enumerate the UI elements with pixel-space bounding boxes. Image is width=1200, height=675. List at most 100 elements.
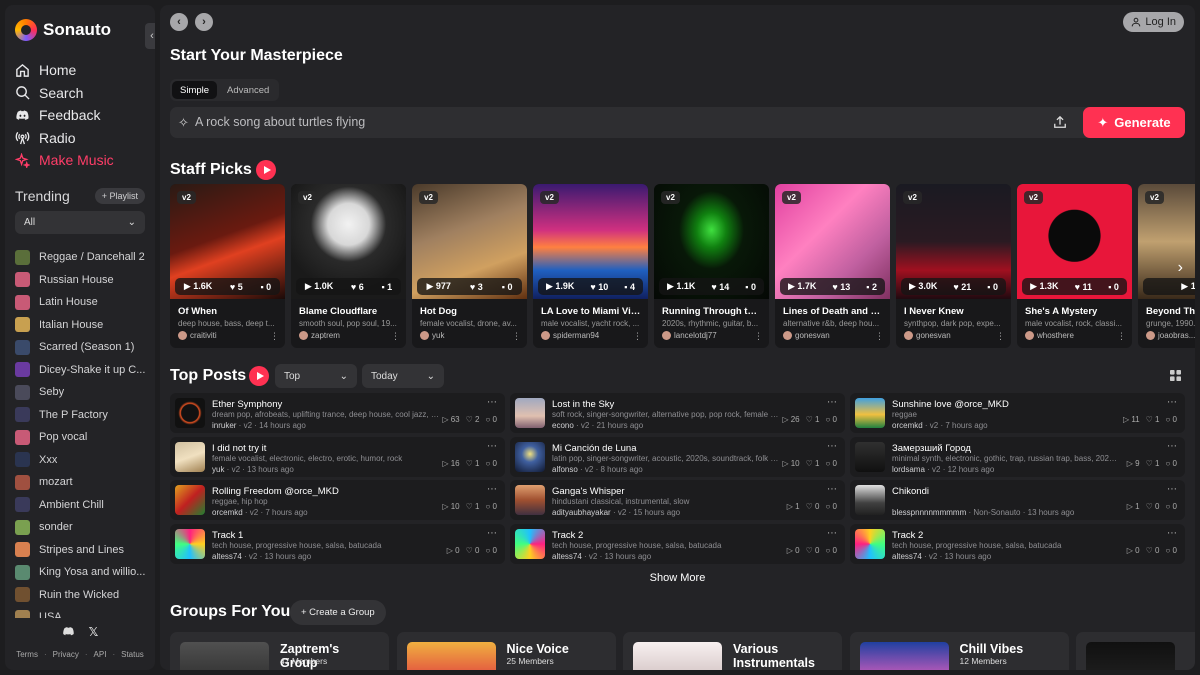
- post-cover[interactable]: [855, 398, 885, 428]
- post-row[interactable]: Track 2 tech house, progressive house, sa…: [510, 523, 845, 564]
- post-title[interactable]: Замерзший Город: [892, 443, 971, 454]
- post-title[interactable]: Rolling Freedom @orce_MKD: [212, 486, 339, 497]
- post-row[interactable]: Track 2 tech house, progressive house, sa…: [850, 523, 1185, 564]
- group-card[interactable]: Various Instrumentals: [623, 632, 842, 670]
- more-options-icon[interactable]: ⋮: [512, 331, 521, 342]
- trending-item[interactable]: Xxx: [15, 449, 153, 472]
- post-author[interactable]: altess74: [892, 552, 922, 561]
- group-card[interactable]: Zaptrem's Group 47 Members: [170, 632, 389, 670]
- post-author[interactable]: inruker: [212, 421, 236, 430]
- more-options-icon[interactable]: ⋯: [487, 397, 497, 408]
- group-name[interactable]: Chill Vibes: [960, 642, 1060, 656]
- post-author[interactable]: orcemkd: [892, 421, 923, 430]
- post-cover[interactable]: [855, 528, 885, 559]
- trending-item[interactable]: Stripes and Lines: [15, 539, 153, 562]
- group-name[interactable]: Various Instrumentals: [733, 642, 833, 670]
- more-options-icon[interactable]: ⋯: [1167, 528, 1177, 539]
- post-cover[interactable]: [855, 441, 885, 472]
- post-row[interactable]: Замерзший Город minimal synth, electronic…: [850, 436, 1185, 477]
- trending-item[interactable]: sonder: [15, 516, 153, 539]
- song-title[interactable]: Running Through the...: [662, 306, 762, 317]
- song-title[interactable]: Blame Cloudflare: [299, 306, 399, 317]
- trending-item[interactable]: USA: [15, 606, 153, 618]
- x-icon[interactable]: 𝕏: [89, 625, 99, 641]
- post-row[interactable]: Mi Canción de Luna latin pop, singer-song…: [510, 436, 845, 477]
- more-options-icon[interactable]: ⋯: [1167, 441, 1177, 452]
- post-cover[interactable]: [175, 398, 205, 428]
- post-row[interactable]: I did not try it female vocalist, electro…: [170, 436, 505, 477]
- song-author[interactable]: craitiviti: [178, 331, 217, 340]
- post-cover[interactable]: [515, 485, 545, 515]
- post-title[interactable]: Sunshine love @orce_MKD: [892, 399, 1009, 410]
- post-row[interactable]: Ether Symphony dream pop, afrobeats, upli…: [170, 393, 505, 433]
- post-author[interactable]: orcemkd: [212, 508, 243, 517]
- more-options-icon[interactable]: ⋮: [754, 331, 763, 342]
- song-card[interactable]: v2 ▶ 1.3K ♥ 11 ▪ 0 She's A Mystery male vocal…: [1017, 184, 1132, 348]
- create-group-button[interactable]: + Create a Group: [290, 600, 386, 625]
- post-author[interactable]: altess74: [552, 552, 582, 561]
- song-card[interactable]: v2 ▶ 1.6K ♥ 5 ▪ 0 Of When deep house, bass, d…: [170, 184, 285, 348]
- more-options-icon[interactable]: ⋯: [487, 441, 497, 452]
- grid-view-icon[interactable]: [1170, 370, 1181, 384]
- song-author[interactable]: zaptrem: [299, 331, 340, 340]
- post-author[interactable]: yuk: [212, 465, 224, 474]
- song-card[interactable]: v2 ▶ 977 ♥ 3 ▪ 0 Hot Dog female vocalist, dro…: [412, 184, 527, 348]
- post-cover[interactable]: [175, 441, 205, 472]
- post-title[interactable]: Track 2: [552, 530, 583, 541]
- nav-home[interactable]: Home: [15, 59, 114, 82]
- post-row[interactable]: Ganga's Whisper hindustani classical, ins…: [510, 480, 845, 520]
- trending-item[interactable]: Scarred (Season 1): [15, 336, 153, 359]
- song-title[interactable]: LA Love to Miami Vic...: [541, 306, 641, 317]
- song-author[interactable]: lancelotdj77: [662, 331, 717, 340]
- more-options-icon[interactable]: ⋮: [391, 331, 400, 342]
- song-author[interactable]: gonesvan: [783, 331, 830, 340]
- song-author[interactable]: yuk: [420, 331, 444, 340]
- sort-select[interactable]: Top ⌄: [275, 364, 357, 388]
- post-row[interactable]: Sunshine love @orce_MKD reggae orcemkd · v…: [850, 393, 1185, 433]
- trending-filter-select[interactable]: All ⌄: [15, 211, 145, 234]
- nav-feedback[interactable]: Feedback: [15, 104, 114, 127]
- logo[interactable]: Sonauto: [15, 19, 111, 41]
- song-title[interactable]: I Never Knew: [904, 306, 1004, 317]
- generate-button[interactable]: ✦ Generate: [1083, 107, 1185, 138]
- tab-simple[interactable]: Simple: [172, 81, 218, 99]
- tab-advanced[interactable]: Advanced: [219, 81, 277, 99]
- trending-item[interactable]: Latin House: [15, 291, 153, 314]
- login-button[interactable]: Log In: [1123, 12, 1184, 32]
- song-author[interactable]: gonesvan: [904, 331, 951, 340]
- more-options-icon[interactable]: ⋮: [875, 331, 884, 342]
- trending-item[interactable]: Dicey-Shake it up C...: [15, 359, 153, 382]
- post-title[interactable]: Lost in the Sky: [552, 399, 614, 410]
- upload-icon[interactable]: [1053, 115, 1067, 132]
- post-cover[interactable]: [175, 485, 205, 515]
- song-card[interactable]: v2 ▶ 1.1K ♥ 14 ▪ 0 Running Through the... 202…: [654, 184, 769, 348]
- post-author[interactable]: alfonso: [552, 465, 578, 474]
- post-row[interactable]: Chikondi blesspnnnnmmmmm · Non-Sonauto · …: [850, 480, 1185, 520]
- more-options-icon[interactable]: ⋯: [487, 528, 497, 539]
- more-options-icon[interactable]: ⋮: [996, 331, 1005, 342]
- trending-item[interactable]: mozart: [15, 471, 153, 494]
- post-cover[interactable]: [855, 485, 885, 515]
- trending-item[interactable]: Pop vocal: [15, 426, 153, 449]
- group-card[interactable]: Chill Vibes 12 Members: [849, 632, 1069, 670]
- trending-item[interactable]: Seby: [15, 381, 153, 404]
- group-card[interactable]: [1076, 632, 1195, 670]
- song-author[interactable]: spiderman94: [541, 331, 599, 340]
- carousel-next-icon[interactable]: ›: [1178, 259, 1183, 277]
- trending-item[interactable]: The P Factory: [15, 404, 153, 427]
- song-author[interactable]: whosthere: [1025, 331, 1074, 340]
- footer-link-status[interactable]: Status: [121, 650, 144, 659]
- discord-icon[interactable]: [62, 625, 75, 641]
- time-range-select[interactable]: Today ⌄: [362, 364, 444, 388]
- post-title[interactable]: Chikondi: [892, 486, 929, 497]
- post-author[interactable]: lordsama: [892, 465, 925, 474]
- song-card[interactable]: v2 ▶ 1.9K ♥ 10 ▪ 4 LA Love to Miami Vic... ma…: [533, 184, 648, 348]
- song-title[interactable]: Beyond The...: [1146, 306, 1195, 317]
- post-author[interactable]: adityaubhayakar: [552, 508, 611, 517]
- song-title[interactable]: Of When: [178, 306, 278, 317]
- post-title[interactable]: Ganga's Whisper: [552, 486, 625, 497]
- post-row[interactable]: Rolling Freedom @orce_MKD reggae, hip hop…: [170, 480, 505, 520]
- prompt-input[interactable]: A rock song about turtles flying: [195, 115, 365, 129]
- more-options-icon[interactable]: ⋯: [1167, 484, 1177, 495]
- post-author[interactable]: blesspnnnnmmmmm: [892, 508, 966, 517]
